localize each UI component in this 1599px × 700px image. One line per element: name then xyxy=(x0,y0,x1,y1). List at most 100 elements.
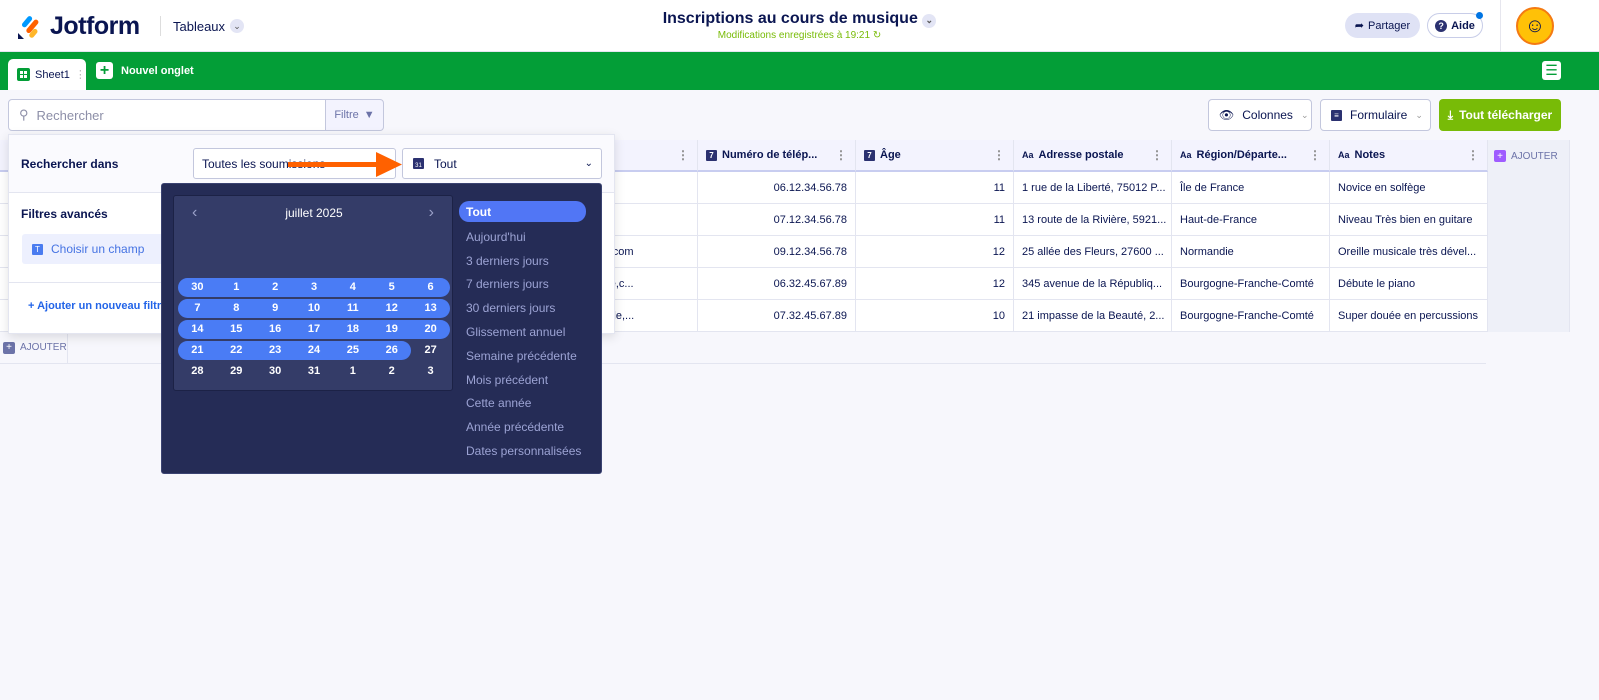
calendar-day[interactable]: 16 xyxy=(256,320,295,339)
calendar-day[interactable]: 2 xyxy=(372,362,411,381)
calendar-day[interactable]: 28 xyxy=(178,362,217,381)
calendar-day[interactable]: 13 xyxy=(411,299,450,318)
share-button[interactable]: ➦ Partager xyxy=(1345,13,1420,38)
calendar-day[interactable]: 5 xyxy=(372,278,411,297)
calendar-day[interactable]: 12 xyxy=(372,299,411,318)
calendar-day[interactable]: 11 xyxy=(333,299,372,318)
download-all-button[interactable]: ⤓ Tout télécharger xyxy=(1439,99,1561,131)
calendar-day[interactable]: 18 xyxy=(333,320,372,339)
calendar-day[interactable]: 6 xyxy=(411,278,450,297)
phone-cell[interactable]: 06.32.45.67.89 xyxy=(698,268,856,300)
calendar-day[interactable]: 15 xyxy=(217,320,256,339)
calendar-day[interactable]: 10 xyxy=(295,299,334,318)
calendar-day[interactable]: 2 xyxy=(256,278,295,297)
chevron-down-icon[interactable]: ⌄ xyxy=(922,13,937,28)
address-cell[interactable]: 25 allée des Fleurs, 27600 ... xyxy=(1014,236,1172,268)
tab-sheet1[interactable]: Sheet1 ⋮ xyxy=(8,59,86,90)
kebab-icon[interactable]: ⋮ xyxy=(1467,148,1479,162)
calendar-day[interactable]: 9 xyxy=(256,299,295,318)
date-preset-option[interactable]: Cette année xyxy=(459,392,586,416)
column-header[interactable]: Aa Notes ⋮ xyxy=(1330,140,1488,172)
calendar-day[interactable]: 7 xyxy=(178,299,217,318)
phone-cell[interactable]: 06.12.34.56.78 xyxy=(698,172,856,204)
calendar-day[interactable]: 30 xyxy=(178,278,217,297)
column-header[interactable]: 7 Âge ⋮ xyxy=(856,140,1014,172)
phone-cell[interactable]: 07.12.34.56.78 xyxy=(698,204,856,236)
columns-button[interactable]: 👁 Colonnes ⌄ xyxy=(1208,99,1312,131)
calendar-day[interactable]: 1 xyxy=(333,362,372,381)
add-column-button[interactable]: + AJOUTER xyxy=(1488,140,1570,172)
age-cell[interactable]: 12 xyxy=(856,236,1014,268)
notes-cell[interactable]: Niveau Très bien en guitare xyxy=(1330,204,1488,236)
region-cell[interactable]: Bourgogne-Franche-Comté xyxy=(1172,268,1330,300)
kebab-icon[interactable]: ⋮ xyxy=(677,148,689,162)
region-cell[interactable]: Île de France xyxy=(1172,172,1330,204)
notes-cell[interactable]: Super douée en percussions xyxy=(1330,300,1488,332)
add-filter-link[interactable]: + Ajouter un nouveau filtre xyxy=(28,300,161,312)
calendar-day[interactable]: 29 xyxy=(217,362,256,381)
region-cell[interactable]: Haut-de-France xyxy=(1172,204,1330,236)
notes-cell[interactable]: Oreille musicale très dével... xyxy=(1330,236,1488,268)
calendar-day[interactable]: 14 xyxy=(178,320,217,339)
calendar-day[interactable]: 24 xyxy=(295,341,334,360)
column-header[interactable]: Aa Région/Départe... ⋮ xyxy=(1172,140,1330,172)
calendar-day[interactable]: 20 xyxy=(411,320,450,339)
address-cell[interactable]: 345 avenue de la Républiq... xyxy=(1014,268,1172,300)
age-cell[interactable]: 11 xyxy=(856,204,1014,236)
date-preset-option[interactable]: 30 derniers jours xyxy=(459,296,586,320)
calendar-day[interactable]: 26 xyxy=(372,341,411,360)
next-month-icon[interactable]: › xyxy=(429,204,434,222)
phone-cell[interactable]: 09.12.34.56.78 xyxy=(698,236,856,268)
date-preset-option[interactable]: Glissement annuel xyxy=(459,320,586,344)
date-preset-option[interactable]: Année précédente xyxy=(459,415,586,439)
date-preset-option[interactable]: 7 derniers jours xyxy=(459,273,586,297)
menu-icon[interactable]: ☰ xyxy=(1542,61,1561,80)
calendar-day[interactable]: 25 xyxy=(333,341,372,360)
date-range-select[interactable]: 31 Tout ⌄ xyxy=(402,148,602,179)
notes-cell[interactable]: Débute le piano xyxy=(1330,268,1488,300)
calendar-day[interactable]: 30 xyxy=(256,362,295,381)
title-text[interactable]: Inscriptions au cours de musique xyxy=(663,10,918,27)
filter-button[interactable]: Filtre ▼ xyxy=(325,99,384,131)
calendar-day[interactable]: 3 xyxy=(411,362,450,381)
age-cell[interactable]: 10 xyxy=(856,300,1014,332)
region-cell[interactable]: Normandie xyxy=(1172,236,1330,268)
date-preset-option[interactable]: Aujourd'hui xyxy=(459,225,586,249)
address-cell[interactable]: 13 route de la Rivière, 5921... xyxy=(1014,204,1172,236)
calendar-day[interactable]: 1 xyxy=(217,278,256,297)
form-button[interactable]: ≡ Formulaire ⌄ xyxy=(1320,99,1431,131)
help-button[interactable]: ? Aide xyxy=(1427,12,1483,38)
choose-field-button[interactable]: T Choisir un champ xyxy=(22,234,167,264)
calendar-day[interactable]: 17 xyxy=(295,320,334,339)
kebab-icon[interactable]: ⋮ xyxy=(993,148,1005,162)
age-cell[interactable]: 11 xyxy=(856,172,1014,204)
address-cell[interactable]: 1 rue de la Liberté, 75012 P... xyxy=(1014,172,1172,204)
calendar-day[interactable]: 19 xyxy=(372,320,411,339)
calendar-day[interactable]: 21 xyxy=(178,341,217,360)
new-tab-button[interactable]: + Nouvel onglet xyxy=(96,62,194,79)
date-preset-option[interactable]: Tout xyxy=(459,201,586,222)
kebab-icon[interactable]: ⋮ xyxy=(75,68,86,81)
calendar-day[interactable]: 22 xyxy=(217,341,256,360)
kebab-icon[interactable]: ⋮ xyxy=(1309,148,1321,162)
address-cell[interactable]: 21 impasse de la Beauté, 2... xyxy=(1014,300,1172,332)
kebab-icon[interactable]: ⋮ xyxy=(1151,148,1163,162)
calendar-day[interactable]: 8 xyxy=(217,299,256,318)
calendar-day[interactable]: 4 xyxy=(333,278,372,297)
avatar[interactable]: ☺ xyxy=(1516,7,1554,45)
date-preset-option[interactable]: Semaine précédente xyxy=(459,344,586,368)
age-cell[interactable]: 12 xyxy=(856,268,1014,300)
date-preset-option[interactable]: Mois précédent xyxy=(459,368,586,392)
calendar-day[interactable]: 3 xyxy=(295,278,334,297)
kebab-icon[interactable]: ⋮ xyxy=(835,148,847,162)
search-input[interactable]: ⚲ Rechercher xyxy=(8,99,326,131)
column-header[interactable]: 7 Numéro de télép... ⋮ xyxy=(698,140,856,172)
date-preset-option[interactable]: Dates personnalisées xyxy=(459,439,586,463)
calendar-day[interactable]: 31 xyxy=(295,362,334,381)
notes-cell[interactable]: Novice en solfège xyxy=(1330,172,1488,204)
phone-cell[interactable]: 07.32.45.67.89 xyxy=(698,300,856,332)
column-header[interactable]: Aa Adresse postale ⋮ xyxy=(1014,140,1172,172)
region-cell[interactable]: Bourgogne-Franche-Comté xyxy=(1172,300,1330,332)
calendar-day[interactable]: 27 xyxy=(411,341,450,360)
date-preset-option[interactable]: 3 derniers jours xyxy=(459,249,586,273)
